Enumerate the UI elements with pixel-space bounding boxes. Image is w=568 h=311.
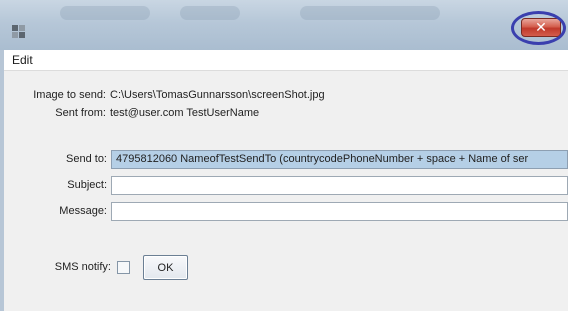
menu-edit[interactable]: Edit	[12, 53, 33, 67]
message-field[interactable]	[111, 202, 568, 221]
sms-notify-checkbox[interactable]	[117, 261, 130, 274]
title-blur	[300, 6, 440, 20]
sent-from-value: test@user.com TestUserName	[110, 107, 260, 119]
title-blur	[60, 6, 150, 20]
app-icon	[12, 25, 26, 38]
subject-label: Subject:	[67, 179, 107, 191]
menu-bar: Edit	[4, 50, 568, 71]
subject-field[interactable]	[111, 176, 568, 195]
sms-notify-label: SMS notify:	[54, 261, 111, 273]
send-to-label: Send to:	[66, 153, 107, 165]
sent-from-label: Sent from:	[55, 107, 106, 119]
close-highlight-ellipse	[511, 11, 566, 45]
title-bar[interactable]: ✕	[0, 0, 568, 50]
image-to-send-label: Image to send:	[33, 89, 106, 101]
dialog-content: Edit Image to send: C:\Users\TomasGunnar…	[4, 50, 568, 311]
image-path-value: C:\Users\TomasGunnarsson\screenShot.jpg	[110, 89, 325, 101]
ok-button[interactable]: OK	[143, 255, 188, 280]
message-label: Message:	[59, 205, 107, 217]
send-to-field[interactable]: 4795812060 NameofTestSendTo (countrycode…	[111, 150, 568, 169]
send-dialog-window: ✕ Edit Image to send: C:\Users\TomasGunn…	[0, 0, 568, 311]
title-blur	[180, 6, 240, 20]
